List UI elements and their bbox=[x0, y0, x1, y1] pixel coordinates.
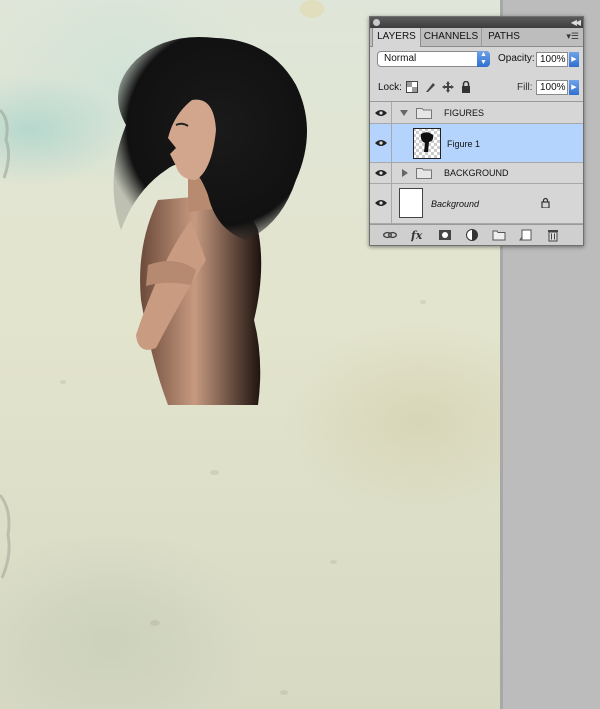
layer-name: Figure 1 bbox=[447, 139, 481, 149]
folder-icon bbox=[416, 108, 432, 119]
lock-icon bbox=[541, 198, 550, 208]
visibility-toggle[interactable] bbox=[370, 184, 392, 223]
eye-icon bbox=[375, 170, 387, 176]
panel-titlebar[interactable]: ◀◀ bbox=[370, 17, 583, 28]
layer-thumbnail bbox=[413, 128, 441, 159]
panel-close-button[interactable] bbox=[373, 19, 380, 26]
trash-icon[interactable] bbox=[546, 228, 560, 242]
folder-icon bbox=[416, 168, 432, 179]
fx-icon[interactable]: fx bbox=[411, 228, 425, 242]
blend-mode-select[interactable]: Normal ▲ ▼ bbox=[377, 51, 490, 67]
opacity-dropdown-button[interactable]: ▶ bbox=[569, 52, 579, 67]
canvas-texture-spot bbox=[60, 380, 66, 384]
canvas-texture-spot bbox=[420, 300, 426, 304]
lock-all-icon[interactable] bbox=[460, 81, 472, 93]
opacity-field[interactable]: 100% bbox=[536, 52, 568, 67]
eye-icon bbox=[375, 140, 387, 146]
layer-figure-1[interactable]: Figure 1 bbox=[370, 124, 583, 163]
fill-label: Fill: bbox=[517, 82, 533, 93]
layers-panel[interactable]: ◀◀ LAYERS CHANNELS PATHS ▾☰ Normal ▲ ▼ Op… bbox=[369, 16, 584, 246]
layers-list: FIGURES Figure 1 BACKGROUND Background bbox=[370, 101, 583, 226]
tab-layers[interactable]: LAYERS bbox=[372, 28, 421, 47]
sculpture-fragment bbox=[0, 108, 11, 179]
layer-group-figures[interactable]: FIGURES bbox=[370, 102, 583, 124]
canvas-texture-spot bbox=[280, 690, 288, 695]
collapse-icon[interactable]: ◀◀ bbox=[571, 17, 581, 28]
canvas-texture-spot bbox=[210, 470, 219, 475]
layer-name: BACKGROUND bbox=[444, 168, 509, 178]
canvas-texture-spot bbox=[330, 560, 337, 564]
panel-footer: fx bbox=[370, 224, 583, 245]
canvas-texture-spot bbox=[150, 620, 160, 626]
fill-field[interactable]: 100% bbox=[536, 80, 568, 95]
opacity-label: Opacity: bbox=[498, 53, 535, 64]
tab-paths[interactable]: PATHS bbox=[482, 28, 526, 46]
canvas-texture-spot bbox=[300, 0, 324, 18]
visibility-toggle[interactable] bbox=[370, 124, 392, 162]
panel-tabs: LAYERS CHANNELS PATHS ▾☰ bbox=[370, 28, 583, 47]
new-layer-icon[interactable] bbox=[519, 228, 533, 242]
svg-text:fx: fx bbox=[411, 229, 423, 242]
layer-mask-icon[interactable] bbox=[438, 228, 452, 242]
lock-image-pixels-icon[interactable] bbox=[424, 81, 436, 93]
eye-icon bbox=[375, 200, 387, 206]
tab-channels[interactable]: CHANNELS bbox=[421, 28, 482, 46]
fill-dropdown-button[interactable]: ▶ bbox=[569, 80, 579, 95]
visibility-toggle[interactable] bbox=[370, 102, 392, 123]
eye-icon bbox=[375, 110, 387, 116]
lock-label: Lock: bbox=[378, 82, 402, 93]
link-icon[interactable] bbox=[383, 228, 397, 242]
disclosure-triangle-expanded-icon[interactable] bbox=[400, 109, 408, 117]
layer-thumbnail bbox=[399, 188, 423, 218]
layer-name: FIGURES bbox=[444, 108, 485, 118]
select-arrows-icon: ▲ ▼ bbox=[477, 51, 490, 67]
adjustment-layer-icon[interactable] bbox=[465, 228, 479, 242]
blend-row: Normal ▲ ▼ Opacity: 100% ▶ bbox=[370, 50, 583, 70]
disclosure-triangle-collapsed-icon[interactable] bbox=[401, 169, 409, 177]
visibility-toggle[interactable] bbox=[370, 163, 392, 183]
layer-background[interactable]: Background bbox=[370, 184, 583, 224]
layer-name: Background bbox=[431, 199, 480, 209]
new-group-icon[interactable] bbox=[492, 228, 506, 242]
sculpture-fragment bbox=[0, 494, 11, 579]
lock-row: Lock: Fill: 100% ▶ bbox=[370, 79, 583, 97]
lock-transparent-pixels-icon[interactable] bbox=[406, 81, 418, 93]
layer-group-background[interactable]: BACKGROUND bbox=[370, 163, 583, 184]
blend-mode-value: Normal bbox=[384, 53, 417, 64]
panel-menu-icon[interactable]: ▾☰ bbox=[566, 31, 579, 42]
figure-image[interactable] bbox=[96, 30, 316, 405]
lock-position-icon[interactable] bbox=[442, 81, 454, 93]
